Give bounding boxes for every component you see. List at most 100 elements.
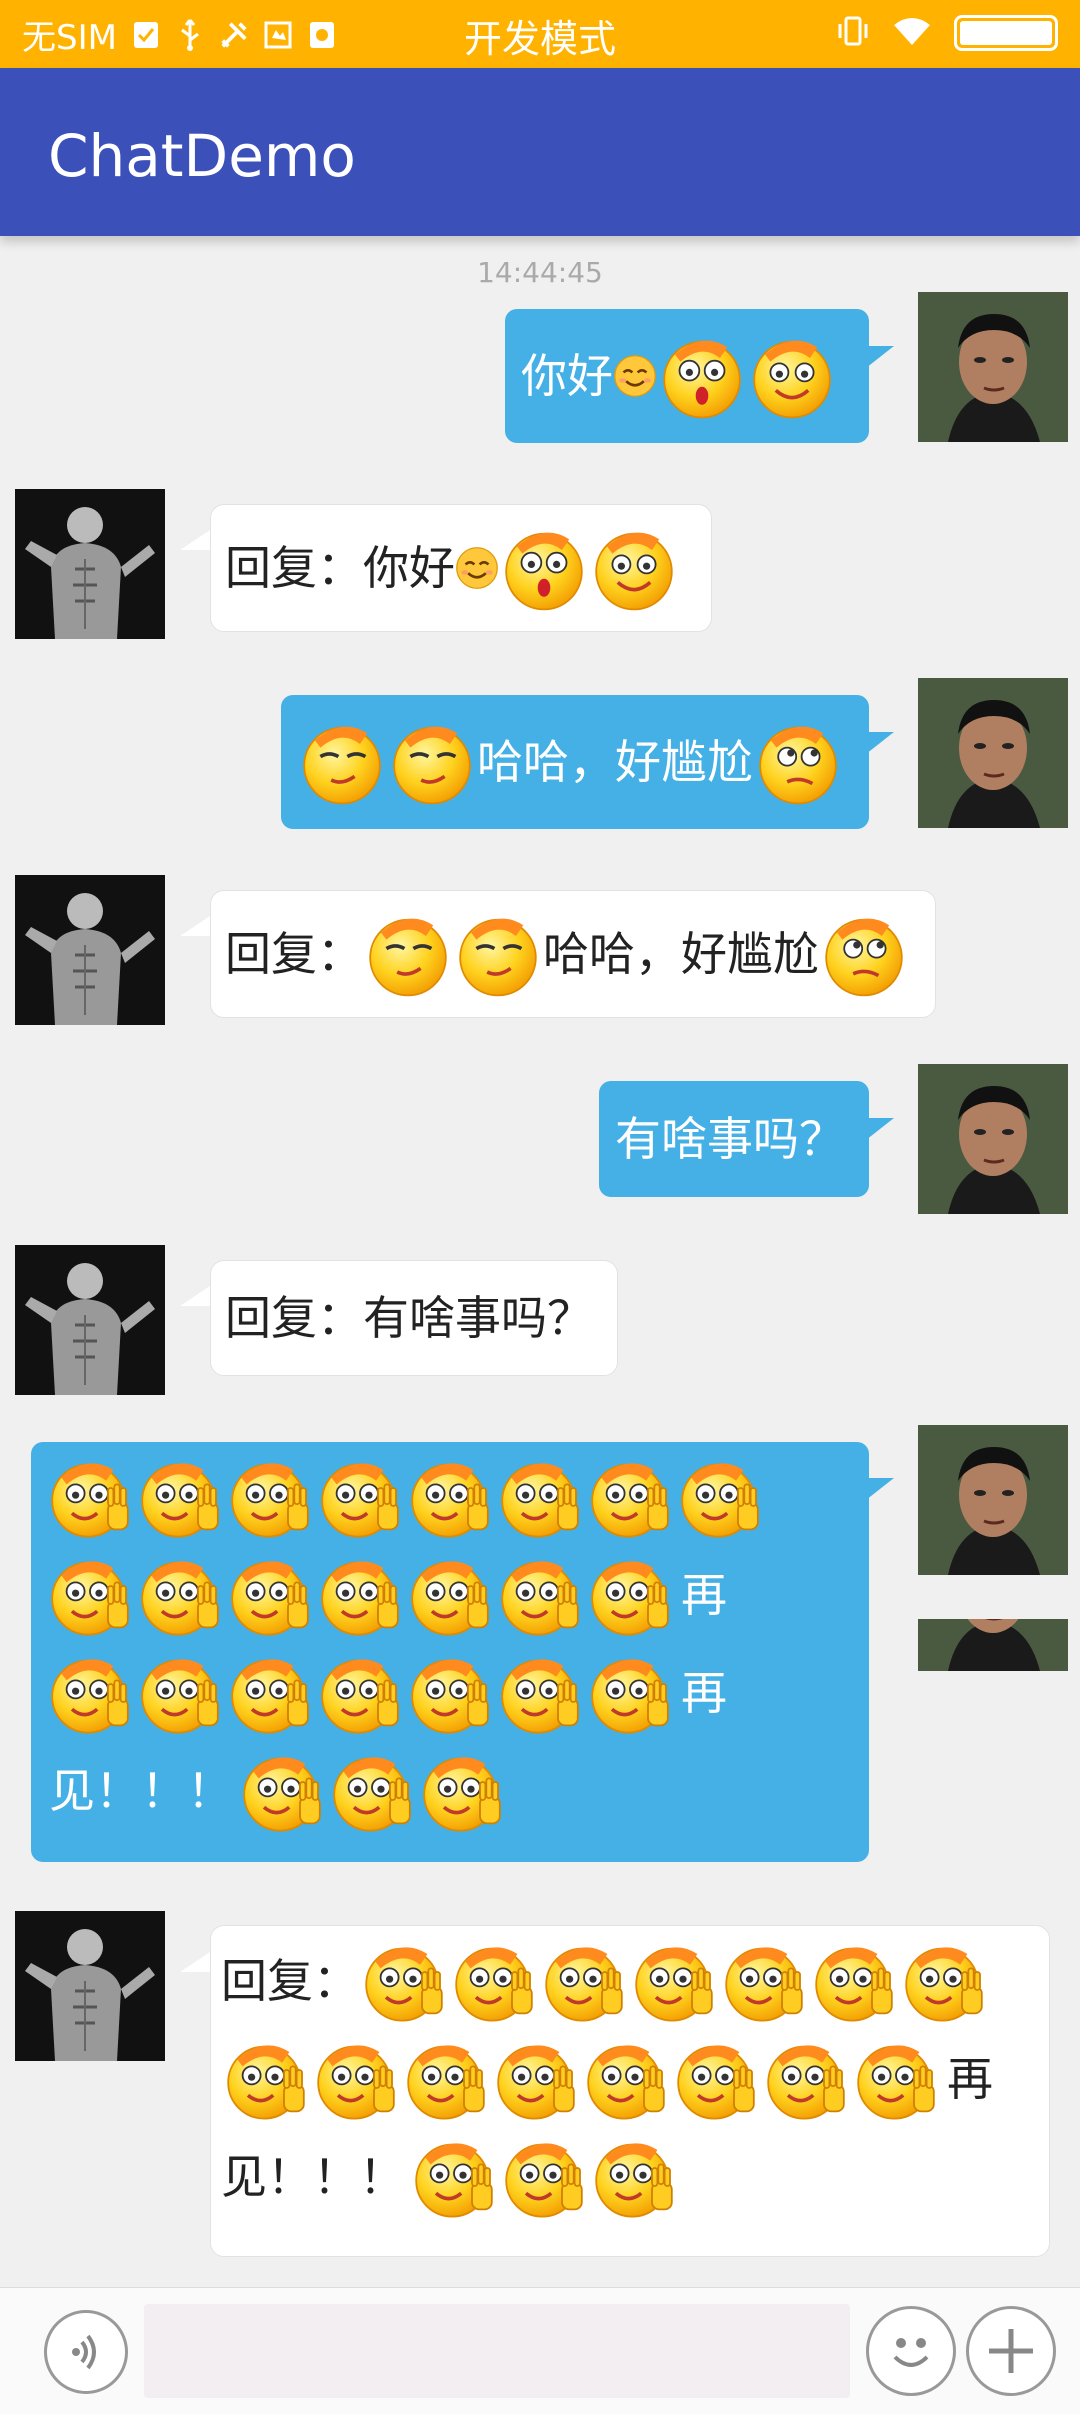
message-bubble-received[interactable]: 回复：你好 xyxy=(210,504,712,632)
message-text: 再 xyxy=(947,2052,993,2106)
contact-avatar[interactable] xyxy=(15,489,165,639)
waving-face-icon xyxy=(225,1550,315,1640)
bubble-tail xyxy=(866,732,894,754)
my-avatar[interactable] xyxy=(918,1425,1068,1575)
waving-face-icon xyxy=(417,1746,507,1836)
message-text: 回复：你好 xyxy=(225,541,455,595)
message-bubble-sent[interactable]: 有啥事吗？ xyxy=(599,1081,869,1197)
waving-face-icon xyxy=(809,1936,899,2026)
smug-face-icon xyxy=(363,909,453,999)
emoji-row: 再 xyxy=(221,2030,1039,2128)
smug-face-icon xyxy=(387,717,477,807)
message-bubble-sent[interactable]: 你好 xyxy=(505,309,869,443)
waving-face-icon xyxy=(311,2034,401,2124)
smug-face-icon xyxy=(453,909,543,999)
message-bubble-received[interactable]: 回复：有啥事吗？ xyxy=(210,1260,618,1376)
bubble-tail xyxy=(866,1478,894,1500)
waving-face-icon xyxy=(899,1936,989,2026)
bubble-tail xyxy=(180,1286,210,1306)
waving-face-icon xyxy=(589,2132,679,2222)
message-text: 再 xyxy=(681,1568,727,1622)
waving-face-icon xyxy=(495,1648,585,1738)
my-avatar-glitch xyxy=(918,1619,1068,1671)
message-text: 回复： xyxy=(225,927,363,981)
smile-icon xyxy=(613,354,657,398)
bubble-tail xyxy=(866,1118,894,1140)
my-avatar[interactable] xyxy=(918,1064,1068,1214)
app-bar: ChatDemo xyxy=(0,68,1080,236)
my-avatar[interactable] xyxy=(918,292,1068,442)
bubble-tail xyxy=(180,530,210,550)
status-right xyxy=(836,14,1058,52)
message-bubble-received[interactable]: 回复： 再 见！！！ xyxy=(210,1925,1050,2257)
wifi-icon xyxy=(892,15,932,51)
emoji-row: 见！！！ xyxy=(45,1742,855,1840)
waving-face-icon xyxy=(585,1452,675,1542)
message-text: 哈哈，好尴尬 xyxy=(477,735,753,789)
message-bubble-sent[interactable]: 哈哈，好尴尬 xyxy=(281,695,869,829)
waving-face-icon xyxy=(405,1648,495,1738)
grinning-face-icon xyxy=(747,331,837,421)
contact-avatar[interactable] xyxy=(15,1911,165,2061)
plus-icon xyxy=(989,2329,1033,2373)
grinning-face-icon xyxy=(589,523,679,613)
waving-face-icon xyxy=(719,1936,809,2026)
waving-face-icon xyxy=(539,1936,629,2026)
voice-icon xyxy=(72,2334,96,2370)
waving-face-icon xyxy=(405,1452,495,1542)
waving-face-icon xyxy=(221,2034,311,2124)
waving-face-icon xyxy=(45,1550,135,1640)
message-bubble-sent[interactable]: 再 再 见！！！ xyxy=(31,1442,869,1862)
waving-face-icon xyxy=(135,1452,225,1542)
emoji-row: 回复： xyxy=(221,1932,1039,2030)
waving-face-icon xyxy=(315,1452,405,1542)
waving-face-icon xyxy=(45,1452,135,1542)
emoji-row: 再 xyxy=(45,1644,855,1742)
message-text: 再 xyxy=(681,1666,727,1720)
waving-face-icon xyxy=(315,1648,405,1738)
message-text: 回复： xyxy=(221,1954,359,2008)
waving-face-icon xyxy=(327,1746,417,1836)
chat-timestamp: 14:44:45 xyxy=(477,256,603,289)
message-input[interactable] xyxy=(144,2304,850,2398)
waving-face-icon xyxy=(401,2034,491,2124)
waving-face-icon xyxy=(409,2132,499,2222)
waving-face-icon xyxy=(495,1550,585,1640)
waving-face-icon xyxy=(495,1452,585,1542)
message-text: 有啥事吗？ xyxy=(615,1112,845,1166)
waving-face-icon xyxy=(359,1936,449,2026)
waving-face-icon xyxy=(135,1550,225,1640)
contact-avatar[interactable] xyxy=(15,875,165,1025)
surprised-face-icon xyxy=(499,523,589,613)
message-bubble-received[interactable]: 回复： 哈哈，好尴尬 xyxy=(210,890,936,1018)
waving-face-icon xyxy=(629,1936,719,2026)
app-title: ChatDemo xyxy=(48,122,356,190)
waving-face-icon xyxy=(225,1648,315,1738)
waving-face-icon xyxy=(851,2034,941,2124)
rolling-eyes-face-icon xyxy=(753,717,843,807)
message-text: 你好 xyxy=(521,349,613,403)
emoji-row: 见！！！ xyxy=(221,2128,1039,2226)
waving-face-icon xyxy=(225,1452,315,1542)
battery-icon xyxy=(954,15,1058,51)
bubble-tail xyxy=(180,1952,210,1972)
status-bar: 无SIM 开发模式 xyxy=(0,0,1080,68)
rolling-eyes-face-icon xyxy=(819,909,909,999)
waving-face-icon xyxy=(761,2034,851,2124)
message-text: 见！！！ xyxy=(49,1764,233,1818)
voice-button[interactable] xyxy=(44,2310,128,2394)
plus-button[interactable] xyxy=(966,2306,1056,2396)
waving-face-icon xyxy=(585,1550,675,1640)
contact-avatar[interactable] xyxy=(15,1245,165,1395)
my-avatar[interactable] xyxy=(918,678,1068,828)
emoji-button[interactable] xyxy=(866,2306,956,2396)
vibrate-icon xyxy=(836,14,870,52)
waving-face-icon xyxy=(675,1452,765,1542)
bubble-tail xyxy=(180,916,210,936)
emoji-row: 再 xyxy=(45,1546,855,1644)
bubble-tail xyxy=(866,346,894,368)
smile-icon xyxy=(455,546,499,590)
waving-face-icon xyxy=(585,1648,675,1738)
waving-face-icon xyxy=(671,2034,761,2124)
emoji-row xyxy=(45,1448,855,1546)
